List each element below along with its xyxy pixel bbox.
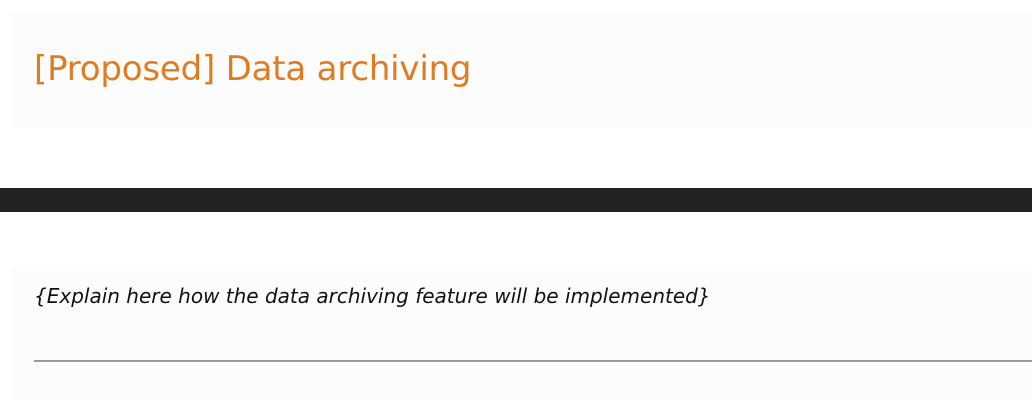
page-title: [Proposed] Data archiving xyxy=(34,49,472,89)
placeholder-paragraph: {Explain here how the data archiving fea… xyxy=(34,284,711,308)
horizontal-rule xyxy=(34,360,1032,362)
content-section: {Explain here how the data archiving fea… xyxy=(12,266,1032,400)
title-section: [Proposed] Data archiving xyxy=(12,12,1032,128)
section-divider-bar xyxy=(0,188,1032,212)
